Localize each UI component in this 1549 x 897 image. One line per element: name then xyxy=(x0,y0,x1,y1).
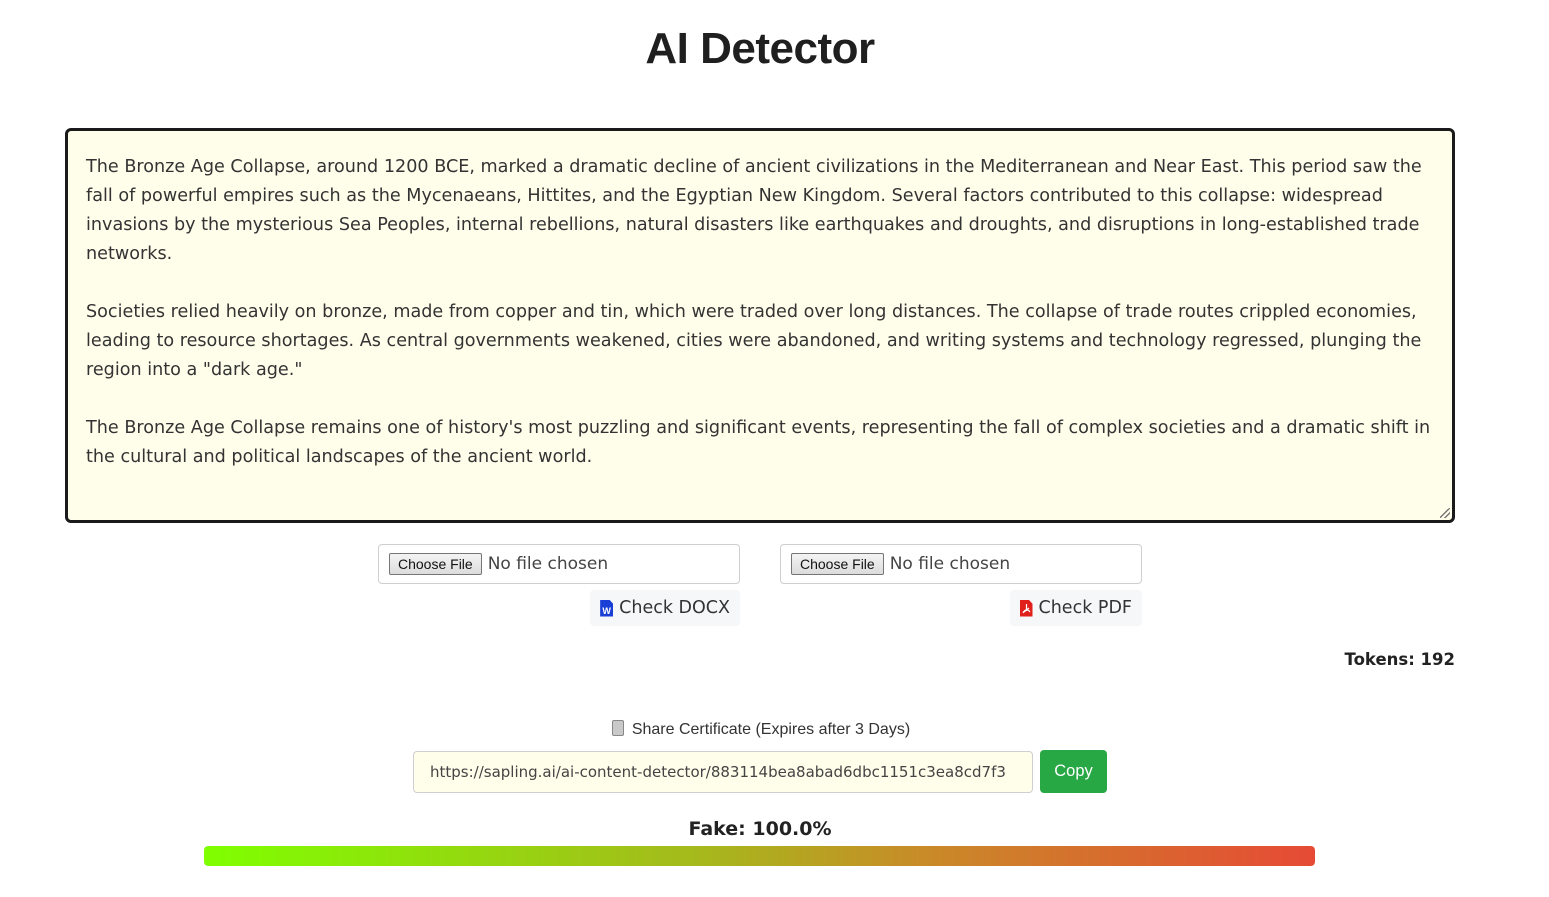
share-url-field[interactable]: https://sapling.ai/ai-content-detector/8… xyxy=(413,751,1033,793)
pdf-choose-file-button[interactable]: Choose File xyxy=(791,553,884,575)
pdf-file-status: No file chosen xyxy=(889,554,1011,574)
share-certificate-label: Share Certificate (Expires after 3 Days) xyxy=(0,720,1522,739)
check-pdf-button[interactable]: Check PDF xyxy=(1009,590,1142,626)
page: AI Detector The Bronze Age Collapse, aro… xyxy=(0,0,1549,897)
pdf-doc-icon xyxy=(1019,599,1033,617)
share-certificate-text: Share Certificate (Expires after 3 Days) xyxy=(631,721,911,738)
fake-score-label: Fake: 100.0% xyxy=(688,818,832,840)
docx-file-input[interactable]: Choose File No file chosen xyxy=(378,544,740,584)
docx-choose-file-button[interactable]: Choose File xyxy=(389,553,482,575)
text-input-area[interactable]: The Bronze Age Collapse, around 1200 BCE… xyxy=(65,128,1455,523)
check-docx-label: Check DOCX xyxy=(619,598,730,618)
fake-score-bar-fill xyxy=(204,846,1315,866)
token-count: Tokens: 192 xyxy=(1344,650,1455,669)
fake-score-bar xyxy=(204,846,1315,866)
check-docx-button[interactable]: W Check DOCX xyxy=(590,590,740,626)
word-doc-icon: W xyxy=(600,599,614,617)
check-pdf-label: Check PDF xyxy=(1038,598,1133,618)
resize-handle[interactable] xyxy=(1440,508,1450,518)
editor-paragraph-1: The Bronze Age Collapse, around 1200 BCE… xyxy=(86,157,1422,264)
copy-button[interactable]: Copy xyxy=(1040,750,1107,793)
scroll-icon xyxy=(611,720,624,736)
docx-file-status: No file chosen xyxy=(487,554,609,574)
editor-paragraph-2: Societies relied heavily on bronze, made… xyxy=(86,302,1422,380)
page-title: AI Detector xyxy=(645,24,875,73)
docx-upload-group: Choose File No file chosen W Check DOCX xyxy=(378,544,740,626)
pdf-file-input[interactable]: Choose File No file chosen xyxy=(780,544,1142,584)
pdf-upload-group: Choose File No file chosen Check PDF xyxy=(780,544,1142,626)
editor-paragraph-3: The Bronze Age Collapse remains one of h… xyxy=(86,418,1431,467)
